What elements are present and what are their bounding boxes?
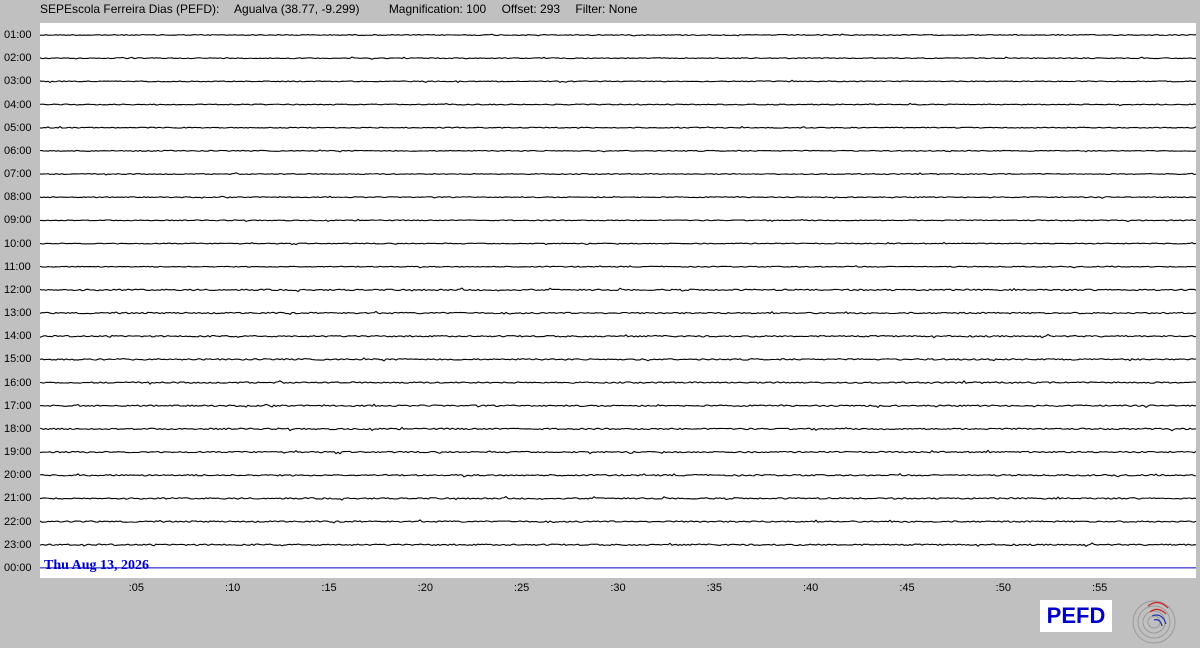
row-label-0200: 02:00	[4, 52, 32, 65]
trace-1300	[40, 310, 1196, 315]
row-label-0500: 05:00	[4, 121, 32, 134]
trace-2200	[40, 519, 1196, 524]
trace-2300	[40, 542, 1196, 548]
row-label-1500: 15:00	[4, 353, 32, 366]
trace-0200	[40, 56, 1196, 60]
row-label-0900: 09:00	[4, 214, 32, 227]
x-tick-label: :15	[321, 582, 337, 594]
row-label-1100: 11:00	[4, 260, 31, 273]
row-label-0600: 06:00	[4, 144, 32, 157]
x-tick-label: :30	[610, 582, 626, 594]
station-location: Agualva (38.77, -9.299)	[234, 2, 360, 16]
trace-1200	[40, 287, 1196, 293]
trace-2100	[40, 495, 1196, 501]
row-label-0700: 07:00	[4, 168, 32, 181]
trace-0800	[40, 195, 1196, 199]
row-label-2000: 20:00	[4, 469, 32, 482]
x-tick-label: :45	[899, 582, 915, 594]
trace-0500	[40, 125, 1196, 129]
x-tick-label: :35	[706, 582, 722, 594]
row-label-1200: 12:00	[4, 283, 32, 296]
trace-1500	[40, 357, 1196, 362]
station-name: SEPEscola Ferreira Dias (PEFD):	[40, 2, 220, 16]
x-tick-label: :05	[128, 582, 144, 594]
date-label: Thu Aug 13, 2026	[44, 558, 150, 573]
row-label-1800: 18:00	[4, 422, 32, 435]
x-tick-label: :50	[995, 582, 1011, 594]
row-label-1400: 14:00	[4, 330, 32, 343]
trace-1900	[40, 449, 1196, 455]
row-label-1600: 16:00	[4, 376, 32, 389]
row-label-2300: 23:00	[4, 538, 32, 551]
helicorder-plot	[40, 23, 1196, 578]
header-bar: SEPEscola Ferreira Dias (PEFD): Agualva …	[40, 2, 649, 18]
row-label-0300: 03:00	[4, 75, 32, 88]
trace-1400	[40, 333, 1196, 339]
x-tick-label: :20	[417, 582, 433, 594]
x-tick-label: :25	[514, 582, 530, 594]
row-label-2200: 22:00	[4, 515, 32, 528]
trace-2000	[40, 472, 1196, 478]
trace-1000	[40, 241, 1196, 246]
trace-0900	[40, 218, 1196, 223]
row-label-1900: 19:00	[4, 446, 32, 459]
filter-readout: Filter: None	[575, 2, 638, 16]
x-tick-label: :10	[225, 582, 241, 594]
seismograph-logo-icon	[1132, 600, 1176, 644]
row-label-1000: 10:00	[4, 237, 32, 250]
trace-1800	[40, 426, 1196, 432]
trace-1700	[40, 403, 1196, 409]
row-label-1300: 13:00	[4, 307, 32, 320]
x-tick-label: :55	[1092, 582, 1108, 594]
trace-0300	[40, 79, 1196, 84]
offset-readout: Offset: 293	[501, 2, 561, 16]
trace-0400	[40, 102, 1196, 107]
trace-0700	[40, 172, 1196, 176]
row-label-0800: 08:00	[4, 191, 32, 204]
x-tick-label: :40	[803, 582, 819, 594]
row-label-0400: 04:00	[4, 98, 32, 111]
row-label-2100: 21:00	[4, 492, 32, 505]
row-label-0000: 00:00	[4, 561, 32, 574]
helicorder-svg	[40, 33, 1196, 569]
magnification-readout: Magnification: 100	[388, 2, 487, 16]
row-label-1700: 17:00	[4, 399, 32, 412]
station-logo: PEFD	[1040, 600, 1112, 632]
trace-0100	[40, 33, 1196, 37]
row-label-0100: 01:00	[4, 29, 32, 41]
trace-1100	[40, 265, 1196, 269]
trace-1600	[40, 379, 1196, 385]
trace-0600	[40, 149, 1196, 153]
